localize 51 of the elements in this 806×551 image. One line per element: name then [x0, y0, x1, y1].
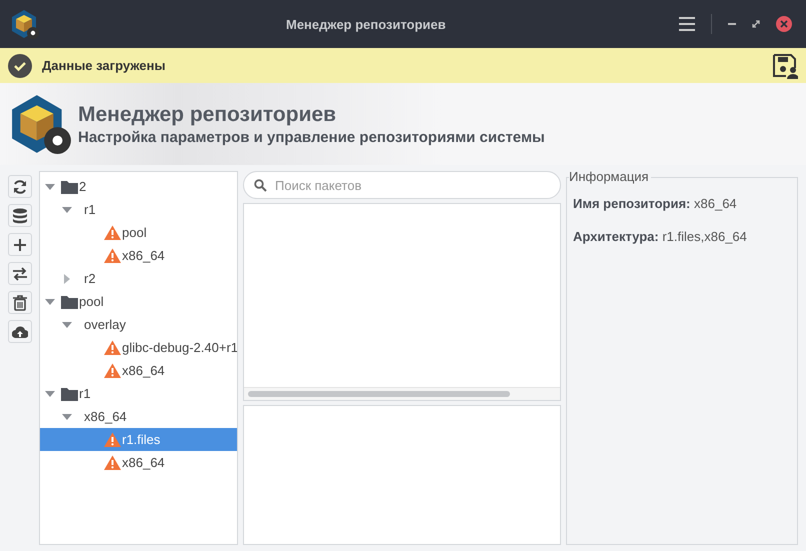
- swap-button[interactable]: [8, 262, 32, 285]
- delete-button[interactable]: [8, 291, 32, 314]
- app-logo-icon: [10, 93, 72, 155]
- tree-item[interactable]: 2: [40, 175, 237, 198]
- restore-icon[interactable]: [752, 20, 760, 28]
- search-field[interactable]: Поиск пакетов: [243, 171, 561, 199]
- info-line: Архитектура: r1.files,x86_64: [573, 229, 748, 244]
- tree-item[interactable]: x86_64: [40, 405, 237, 428]
- warning-icon: [104, 432, 121, 447]
- save-user-icon[interactable]: [772, 52, 798, 78]
- info-line: Имя репозитория: x86_64: [573, 196, 738, 211]
- tree-item[interactable]: x86_64: [40, 451, 237, 474]
- check-icon: [8, 54, 32, 78]
- search-input[interactable]: Поиск пакетов: [273, 176, 550, 194]
- folder-icon: [61, 386, 78, 400]
- folder-icon: [61, 294, 78, 308]
- tree-item[interactable]: glibc-debug-2.40+r1: [40, 336, 237, 359]
- tree-item[interactable]: pool: [40, 221, 237, 244]
- database-button[interactable]: [8, 204, 32, 227]
- scrollbar-thumb[interactable]: [248, 391, 510, 397]
- trash-icon: [13, 294, 27, 310]
- tree-item[interactable]: r1: [40, 382, 237, 405]
- refresh-icon: [12, 178, 28, 194]
- info-title: Информация: [569, 169, 651, 184]
- cloud-upload-button[interactable]: [8, 320, 32, 343]
- folder-icon: [61, 180, 78, 194]
- tree-item[interactable]: x86_64: [40, 244, 237, 267]
- add-button[interactable]: [8, 233, 32, 256]
- search-icon: [254, 178, 267, 192]
- warning-icon: [104, 248, 121, 263]
- notification-text: Данные загружены: [42, 58, 166, 73]
- window-title: Менеджер репозиториев: [286, 16, 446, 32]
- tree-item[interactable]: r2: [40, 267, 237, 290]
- warning-icon: [104, 455, 121, 470]
- tree-item[interactable]: pool: [40, 290, 237, 313]
- header-title: Менеджер репозиториев: [78, 102, 338, 126]
- app-logo-icon: [10, 9, 40, 39]
- cloud-upload-icon: [12, 326, 28, 338]
- tree-item[interactable]: r1: [40, 198, 237, 221]
- tree-item[interactable]: overlay: [40, 313, 237, 336]
- tree-item[interactable]: x86_64: [40, 359, 237, 382]
- header-subtitle: Настройка параметров и управление репозиториями системы: [78, 128, 545, 146]
- menu-icon[interactable]: [679, 17, 695, 31]
- warning-icon: [104, 340, 121, 355]
- close-icon[interactable]: [776, 16, 792, 32]
- swap-arrows-icon: [12, 266, 28, 282]
- refresh-button[interactable]: [8, 175, 32, 198]
- database-icon: [12, 208, 28, 224]
- warning-icon: [104, 363, 121, 378]
- plus-icon: [13, 238, 27, 252]
- warning-icon: [104, 225, 121, 240]
